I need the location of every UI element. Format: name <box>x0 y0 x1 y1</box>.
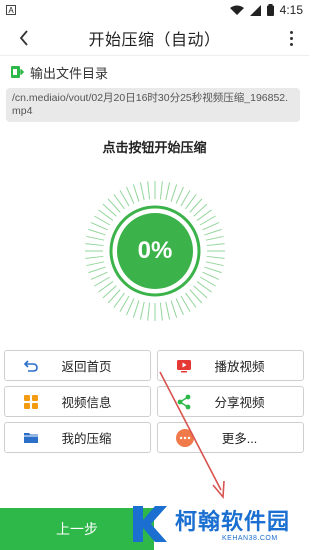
share-icon <box>177 394 191 410</box>
my-compress-button[interactable]: 我的压缩 <box>4 422 151 453</box>
more-horiz-icon <box>176 429 194 447</box>
grid-icon <box>24 395 38 409</box>
compress-hint: 点击按钮开始压缩 <box>102 140 207 155</box>
progress-percent: 0% <box>137 237 173 264</box>
watermark-name: 柯翰软件园 <box>175 509 291 534</box>
more-button[interactable]: 更多... <box>157 422 304 453</box>
battery-icon <box>266 4 274 16</box>
page-title: 开始压缩（自动） <box>88 31 221 49</box>
chevron-left-icon <box>19 30 28 46</box>
more-vert-icon <box>289 30 293 34</box>
output-path: /cn.mediaio/vout/02月20日16时30分25秒视频压缩_196… <box>6 88 300 122</box>
share-video-button[interactable]: 分享视频 <box>157 386 304 417</box>
folder-export-icon <box>11 66 24 78</box>
status-a-icon: A <box>6 5 16 15</box>
undo-icon <box>23 360 38 372</box>
watermark-url: KEHAN38.COM <box>222 535 278 542</box>
folder-icon <box>24 433 38 443</box>
status-time: 4:15 <box>279 3 303 17</box>
output-dir-row: 输出文件目录 <box>10 62 108 82</box>
video-info-button[interactable]: 视频信息 <box>4 386 151 417</box>
output-dir-label: 输出文件目录 <box>30 65 109 81</box>
wifi-icon <box>229 5 244 15</box>
watermark: 柯翰软件园 KEHAN38.COM <box>127 500 309 550</box>
watermark-logo-icon <box>133 506 167 542</box>
back-button[interactable] <box>14 26 34 50</box>
signal-icon <box>249 4 261 16</box>
play-video-icon <box>177 360 191 373</box>
app-bar: 开始压缩（自动） <box>0 20 309 56</box>
back-home-button[interactable]: 返回首页 <box>4 350 151 381</box>
status-bar: A 4:15 <box>0 0 309 20</box>
more-options-button[interactable] <box>283 26 299 50</box>
play-video-button[interactable]: 播放视频 <box>157 350 304 381</box>
